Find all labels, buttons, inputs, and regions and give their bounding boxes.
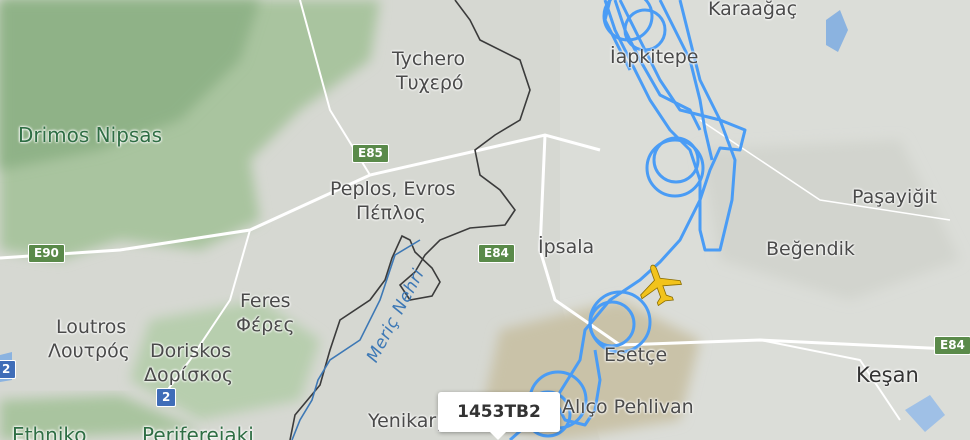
callsign-text: 1453TB2 bbox=[457, 402, 541, 422]
place-begendik: Beğendik bbox=[766, 238, 855, 260]
airplane-icon[interactable] bbox=[634, 262, 684, 307]
place-doriskos-greek: Δορίσκος bbox=[144, 364, 234, 386]
place-periferejaki: Periferejaki bbox=[142, 423, 254, 440]
place-feres-greek: Φέρες bbox=[236, 314, 295, 336]
place-loutros-greek: Λουτρός bbox=[48, 340, 130, 362]
place-pasayigit: Paşayiğit bbox=[852, 186, 938, 208]
place-karaagac: Karaağaç bbox=[708, 0, 798, 20]
place-kesan: Keşan bbox=[856, 363, 919, 387]
place-tychero-greek: Τυχερό bbox=[396, 72, 464, 94]
place-peplos-latin: Peplos, Evros bbox=[330, 178, 456, 200]
place-loutros-latin: Loutros bbox=[56, 316, 127, 338]
place-peplos-greek: Πέπλος bbox=[356, 202, 427, 224]
place-tychero-latin: Tychero bbox=[392, 48, 466, 70]
place-drimos-nipsas: Drimos Nipsas bbox=[18, 123, 162, 147]
road-shield-e84-center: E84 bbox=[478, 244, 515, 263]
place-esetce: Esetçe bbox=[604, 344, 668, 366]
place-ipsala: İpsala bbox=[538, 236, 595, 258]
place-ethniko: Ethniko bbox=[12, 423, 87, 440]
flight-callsign-label[interactable]: 1453TB2 bbox=[438, 392, 560, 440]
place-feres-latin: Feres bbox=[240, 290, 291, 312]
road-shield-edge: 2 bbox=[0, 360, 17, 379]
road-shield-e90: E90 bbox=[28, 244, 65, 263]
place-iapkitepe: İapkitepe bbox=[610, 46, 699, 68]
road-shield-e85: E85 bbox=[352, 144, 389, 163]
place-doriskos-latin: Doriskos bbox=[150, 340, 232, 362]
road-shield-2: 2 bbox=[156, 388, 177, 407]
road-shield-e84-right: E84 bbox=[934, 336, 970, 355]
place-alic-pehlivan: Alıço Pehlivan bbox=[562, 396, 694, 418]
flight-map[interactable]: Drimos Nipsas Tychero Τυχερό Peplos, Evr… bbox=[0, 0, 970, 440]
